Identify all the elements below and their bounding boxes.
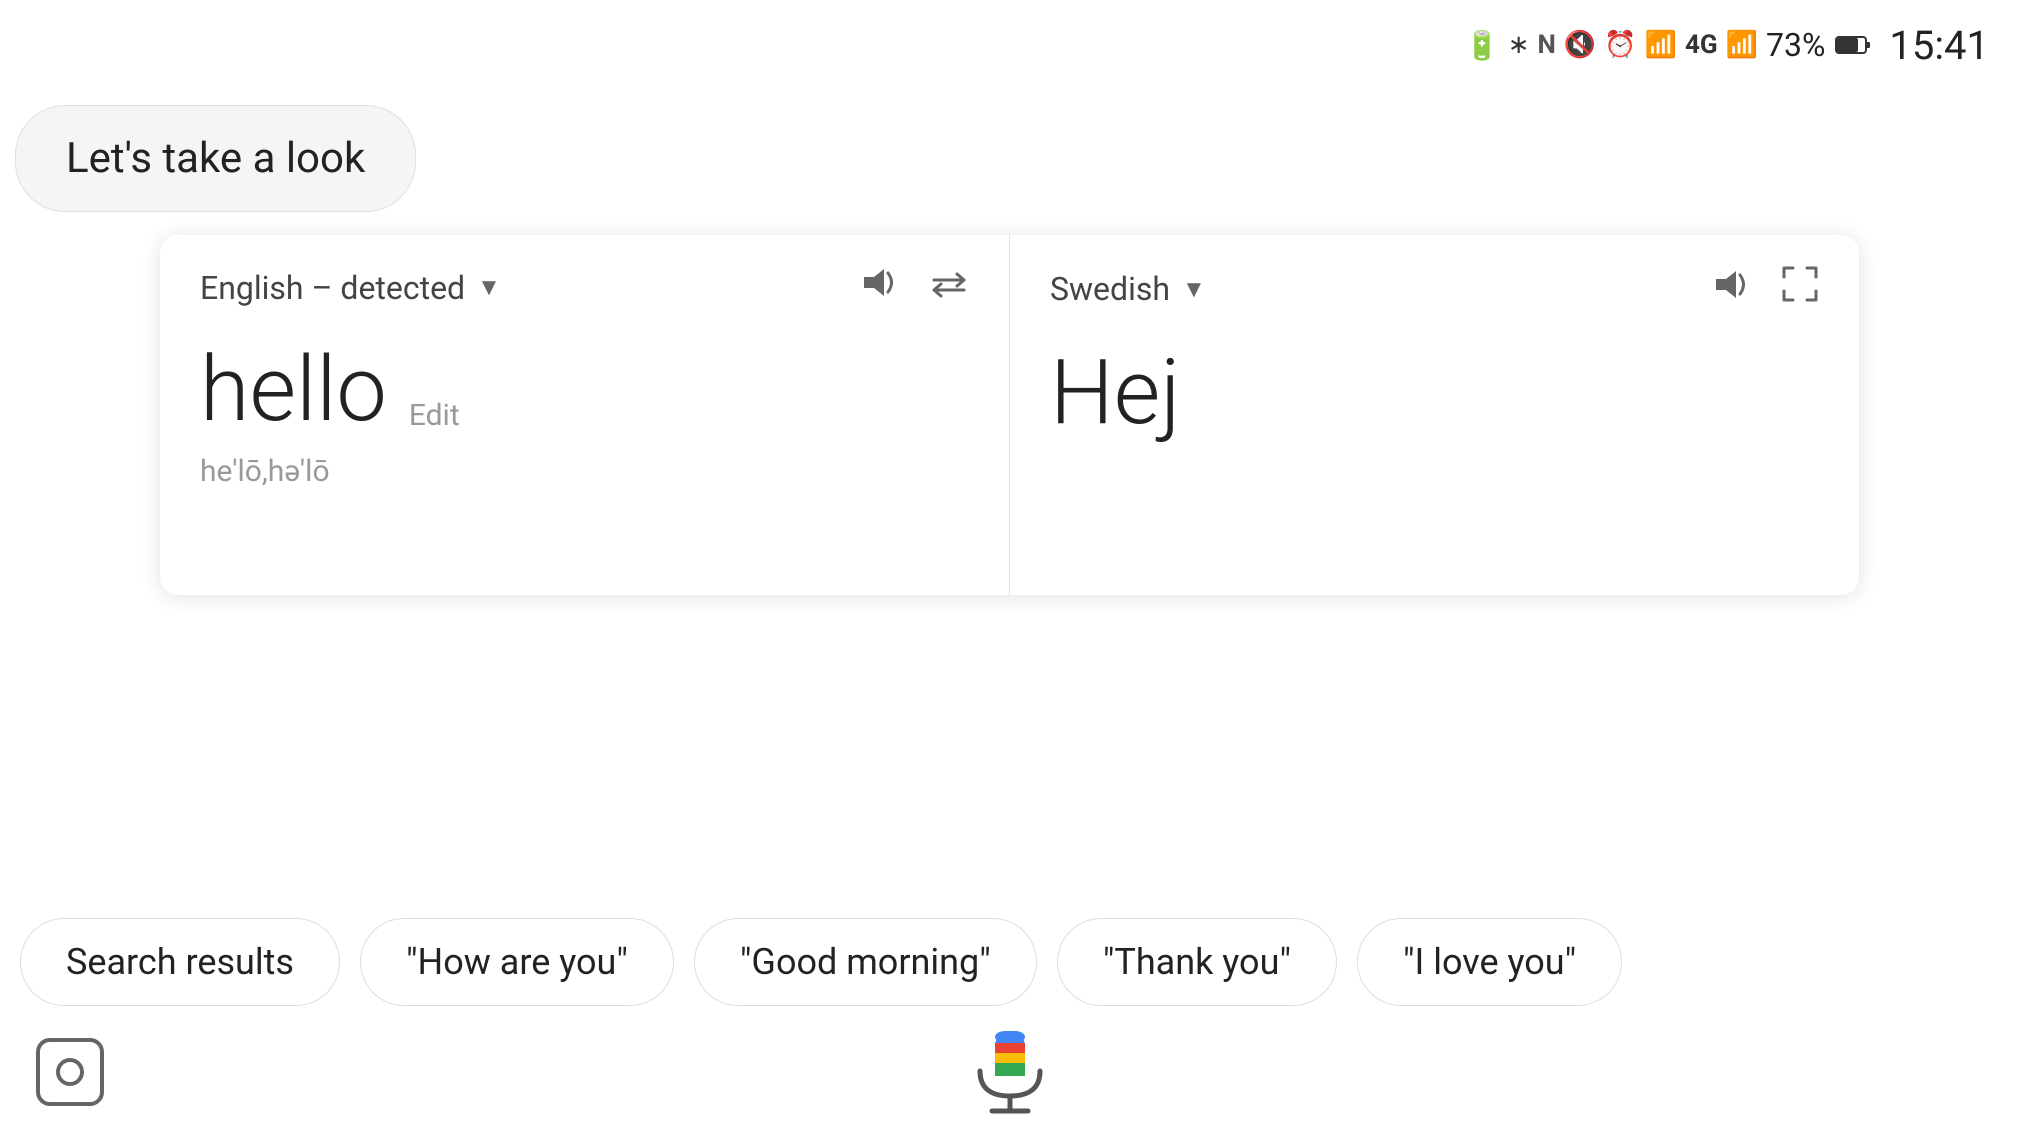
battery-charge-icon: 🔋 <box>1465 29 1500 62</box>
target-lang-selector[interactable]: Swedish ▼ <box>1050 270 1206 308</box>
fullscreen-icon[interactable] <box>1781 265 1819 313</box>
target-speaker-icon[interactable] <box>1711 267 1751 312</box>
battery-percent: 73% <box>1766 26 1825 64</box>
source-panel: English – detected ▼ <box>160 235 1009 595</box>
signal-icon: 📶 <box>1726 30 1758 60</box>
source-lang-actions <box>859 265 969 310</box>
source-lang-selector[interactable]: English – detected ▼ <box>200 269 501 307</box>
swap-languages-icon[interactable] <box>929 266 969 310</box>
voice-bubble: Let's take a look <box>15 105 416 212</box>
target-text: Hej <box>1050 340 1181 445</box>
target-panel: Swedish ▼ <box>1009 235 1859 595</box>
target-lang-header: Swedish ▼ <box>1050 265 1819 313</box>
bubble-text: Let's take a look <box>66 134 365 183</box>
alarm-icon: ⏰ <box>1604 30 1636 60</box>
4g-icon: 4G <box>1685 30 1718 60</box>
edit-label[interactable]: Edit <box>409 398 460 433</box>
suggestion-chip-4[interactable]: "I love you" <box>1357 918 1622 1006</box>
nfc-icon: N <box>1537 30 1555 60</box>
status-bar: 🔋 ∗ N 🔇 ⏰ 📶 4G 📶 73% 15:41 <box>1465 0 2019 90</box>
source-lang-header: English – detected ▼ <box>200 265 969 310</box>
wifi-icon: 📶 <box>1645 30 1677 60</box>
status-icons: 🔋 ∗ N 🔇 ⏰ 📶 4G 📶 73% 15:41 <box>1465 22 1989 69</box>
target-text-container: Hej <box>1050 343 1819 442</box>
suggestion-chip-1[interactable]: "How are you" <box>360 918 674 1006</box>
mute-icon: 🔇 <box>1564 30 1596 60</box>
mic-button[interactable] <box>960 1021 1060 1121</box>
source-text-container: hello Edit <box>200 340 969 439</box>
source-text: hello <box>200 337 387 442</box>
battery-icon <box>1835 34 1871 56</box>
suggestion-chip-2[interactable]: "Good morning" <box>694 918 1037 1006</box>
bluetooth-icon: ∗ <box>1508 30 1530 60</box>
source-lang-label: English – detected <box>200 269 465 307</box>
suggestion-chip-3[interactable]: "Thank you" <box>1057 918 1337 1006</box>
status-time: 15:41 <box>1889 22 1989 69</box>
target-lang-chevron: ▼ <box>1182 275 1206 304</box>
translation-card: English – detected ▼ <box>160 235 1859 595</box>
phonetic-text: he'lō,hə'lō <box>200 454 969 489</box>
suggestion-chip-0[interactable]: Search results <box>20 918 340 1006</box>
target-lang-actions <box>1711 265 1819 313</box>
bottom-bar <box>0 1006 2019 1136</box>
suggestions-row: Search results "How are you" "Good morni… <box>0 918 2019 1006</box>
screen-capture-button[interactable] <box>30 1032 110 1116</box>
target-lang-label: Swedish <box>1050 270 1170 308</box>
source-speaker-icon[interactable] <box>859 265 899 310</box>
source-lang-chevron: ▼ <box>477 273 501 302</box>
